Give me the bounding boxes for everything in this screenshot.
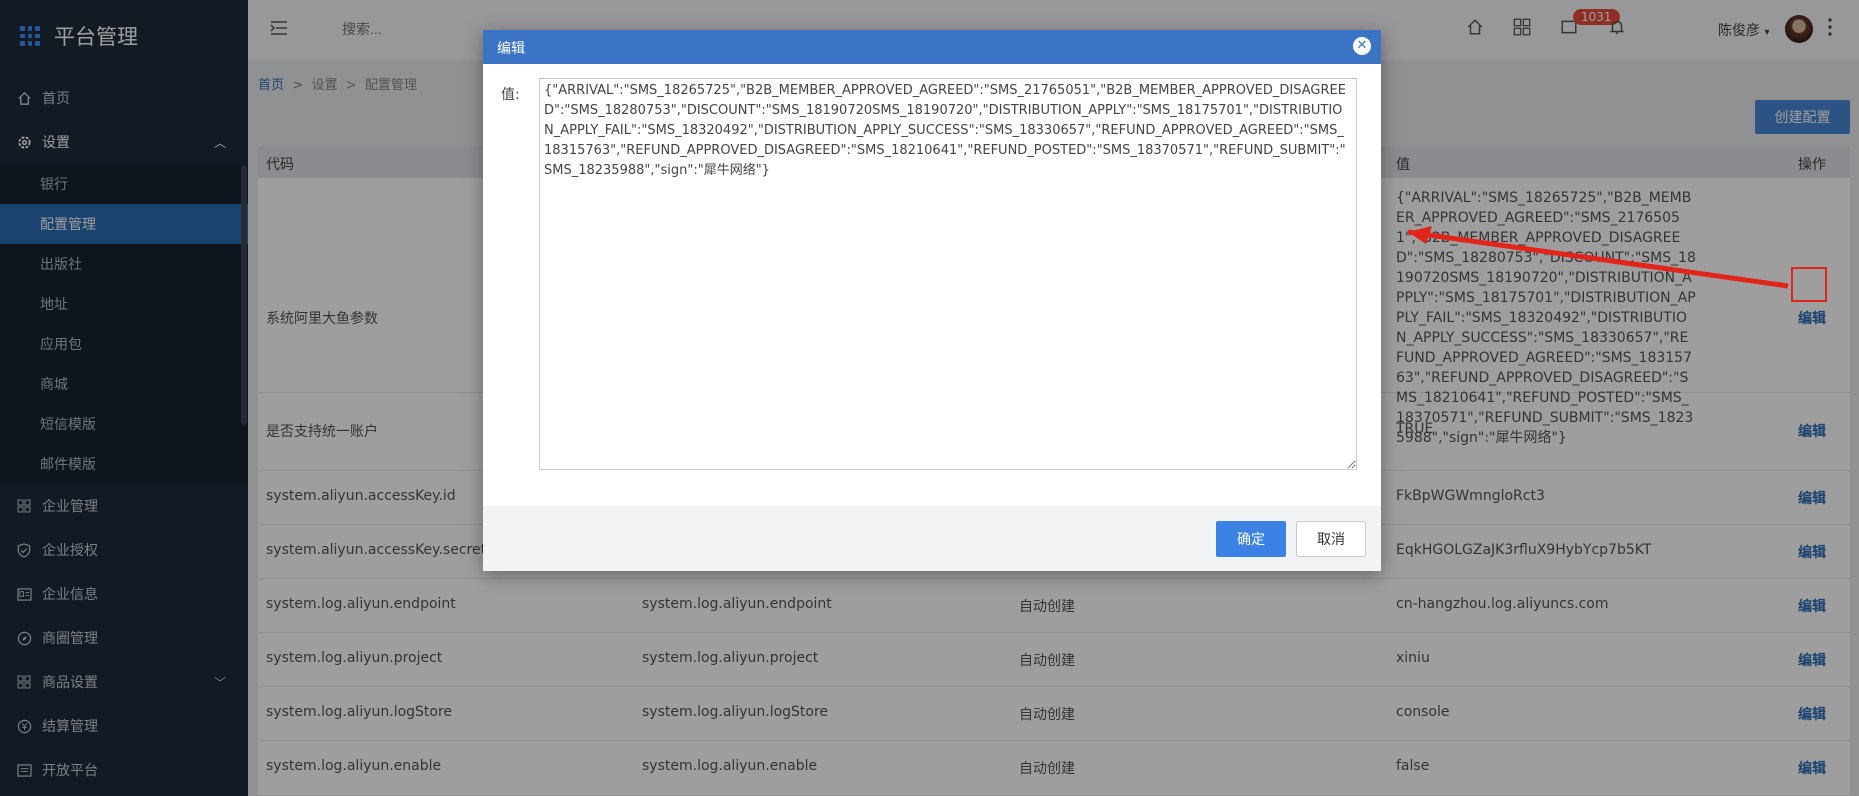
close-icon[interactable]: ✕	[1353, 37, 1371, 55]
annotation-highlight-box	[1791, 267, 1827, 302]
modal-title: 编辑	[497, 41, 525, 57]
annotation-arrow	[1407, 226, 1789, 289]
value-label: 值:	[501, 87, 520, 103]
edit-modal: 编辑 ✕ 值: 确定 取消	[483, 30, 1381, 571]
confirm-button[interactable]: 确定	[1216, 521, 1286, 557]
value-textarea[interactable]	[539, 78, 1357, 470]
modal-header: 编辑 ✕	[483, 30, 1381, 64]
cancel-button[interactable]: 取消	[1296, 521, 1366, 557]
